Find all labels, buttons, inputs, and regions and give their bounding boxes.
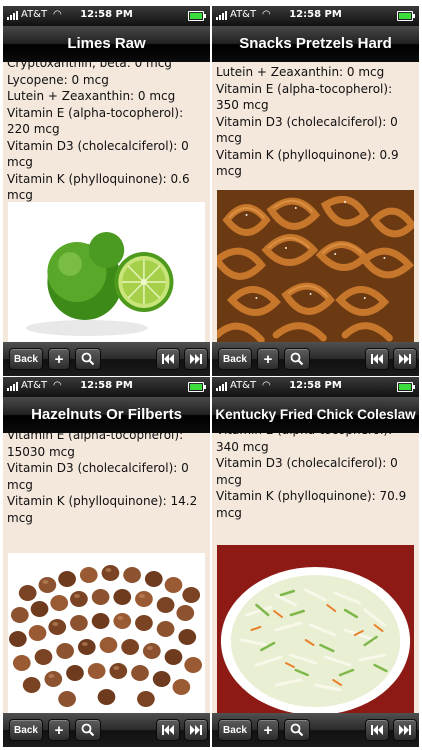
previous-button[interactable] xyxy=(365,348,389,370)
next-icon xyxy=(399,725,411,735)
status-bar: AT&T ◠ 12:58 PM xyxy=(3,377,210,397)
back-button[interactable]: Back xyxy=(9,348,43,370)
nutrient-list: Vitamin E (alpha-tocopherol): 15030 mcg … xyxy=(7,433,208,526)
next-icon xyxy=(399,354,411,364)
nutrient-scroll-view[interactable]: Lutein + Zeaxanthin: 0 mcg Vitamin E (al… xyxy=(212,62,419,342)
nutrient-list: Vitamin E (alpha-tocopherol): 340 mcg Vi… xyxy=(216,433,417,521)
screen-limes: AT&T ◠ 12:58 PM Limes Raw Cryptoxanthin,… xyxy=(3,6,210,376)
back-button[interactable]: Back xyxy=(9,719,43,741)
nutrient-line: Vitamin K (phylloquinone): 0.6 mcg xyxy=(7,171,190,203)
status-bar: AT&T ◠ 12:58 PM xyxy=(212,6,419,26)
nutrient-line: Lutein + Zeaxanthin: 0 mcg xyxy=(216,65,385,79)
nutrient-line: Vitamin D3 (cholecalciferol): 0 mcg xyxy=(7,138,189,170)
pretzels-photo xyxy=(217,190,414,342)
nutrient-scroll-view[interactable]: Cryptoxanthin, beta: 0 mcg Lycopene: 0 m… xyxy=(3,62,210,342)
search-button[interactable] xyxy=(75,348,101,370)
nutrient-scroll-view[interactable]: Vitamin E (alpha-tocopherol): 15030 mcg … xyxy=(3,433,210,713)
battery-icon xyxy=(188,11,206,21)
nutrient-line: Vitamin D3 (cholecalciferol): 0 mcg xyxy=(7,461,189,492)
nutrient-line: Lycopene: 0 mcg xyxy=(7,72,109,87)
screen-coleslaw: AT&T ◠ 12:58 PM Kentucky Fried Chick Col… xyxy=(212,377,419,747)
add-button[interactable]: + xyxy=(48,348,70,370)
bottom-toolbar: Back + xyxy=(3,713,210,747)
nutrient-list: Lutein + Zeaxanthin: 0 mcg Vitamin E (al… xyxy=(216,64,417,180)
hazelnuts-photo xyxy=(8,553,205,713)
screen-hazelnuts: AT&T ◠ 12:58 PM Hazelnuts Or Filberts Vi… xyxy=(3,377,210,747)
next-icon xyxy=(190,725,202,735)
bottom-toolbar: Back + xyxy=(212,713,419,747)
nutrient-line: Vitamin E (alpha-tocopherol): 340 mcg xyxy=(216,433,392,454)
battery-icon xyxy=(188,382,206,392)
next-button[interactable] xyxy=(393,348,417,370)
add-button[interactable]: + xyxy=(257,719,279,741)
page-title: Limes Raw xyxy=(3,26,210,62)
next-button[interactable] xyxy=(184,348,208,370)
coleslaw-photo xyxy=(217,545,414,713)
back-button[interactable]: Back xyxy=(218,348,252,370)
clock: 12:58 PM xyxy=(80,380,133,391)
nutrient-line: Vitamin D3 (cholecalciferol): 0 mcg xyxy=(216,114,398,146)
nutrient-line: Vitamin E (alpha-tocopherol): 350 mcg xyxy=(216,81,393,113)
search-button[interactable] xyxy=(75,719,101,741)
previous-button[interactable] xyxy=(156,348,180,370)
nutrient-list: Cryptoxanthin, beta: 0 mcg Lycopene: 0 m… xyxy=(7,62,208,204)
previous-icon xyxy=(371,725,383,735)
back-button[interactable]: Back xyxy=(218,719,252,741)
next-icon xyxy=(190,354,202,364)
nutrient-line: Vitamin K (phylloquinone): 70.9 mcg xyxy=(216,489,407,520)
nutrient-line: Vitamin D3 (cholecalciferol): 0 mcg xyxy=(216,456,398,487)
search-icon xyxy=(81,723,95,737)
clock: 12:58 PM xyxy=(289,380,342,391)
bottom-toolbar: Back + xyxy=(3,342,210,376)
limes-photo xyxy=(8,202,205,342)
previous-button[interactable] xyxy=(365,719,389,741)
search-button[interactable] xyxy=(284,348,310,370)
nutrient-line: Vitamin K (phylloquinone): 0.9 mcg xyxy=(216,147,399,179)
nutrient-line: Vitamin E (alpha-tocopherol): 15030 mcg xyxy=(7,433,184,459)
nutrient-line: Vitamin E (alpha-tocopherol): 220 mcg xyxy=(7,105,184,137)
nutrient-line: Vitamin K (phylloquinone): 14.2 mcg xyxy=(7,494,198,525)
search-icon xyxy=(81,352,95,366)
page-title: Snacks Pretzels Hard xyxy=(212,26,419,62)
previous-button[interactable] xyxy=(156,719,180,741)
battery-icon xyxy=(397,11,415,21)
nutrient-scroll-view[interactable]: Vitamin E (alpha-tocopherol): 340 mcg Vi… xyxy=(212,433,419,713)
status-bar: AT&T ◠ 12:58 PM xyxy=(3,6,210,26)
screen-pretzels: AT&T ◠ 12:58 PM Snacks Pretzels Hard Lut… xyxy=(212,6,419,376)
add-button[interactable]: + xyxy=(257,348,279,370)
next-button[interactable] xyxy=(184,719,208,741)
page-title: Kentucky Fried Chick Coleslaw xyxy=(212,397,419,433)
clock: 12:58 PM xyxy=(80,9,133,20)
next-button[interactable] xyxy=(393,719,417,741)
bottom-toolbar: Back + xyxy=(212,342,419,376)
previous-icon xyxy=(162,725,174,735)
clock: 12:58 PM xyxy=(289,9,342,20)
add-button[interactable]: + xyxy=(48,719,70,741)
search-icon xyxy=(290,352,304,366)
search-button[interactable] xyxy=(284,719,310,741)
battery-icon xyxy=(397,382,415,392)
page-title: Hazelnuts Or Filberts xyxy=(3,397,210,433)
status-bar: AT&T ◠ 12:58 PM xyxy=(212,377,419,397)
nutrient-line: Lutein + Zeaxanthin: 0 mcg xyxy=(7,89,176,103)
nutrient-line: Cryptoxanthin, beta: 0 mcg xyxy=(7,62,172,70)
previous-icon xyxy=(371,354,383,364)
search-icon xyxy=(290,723,304,737)
previous-icon xyxy=(162,354,174,364)
